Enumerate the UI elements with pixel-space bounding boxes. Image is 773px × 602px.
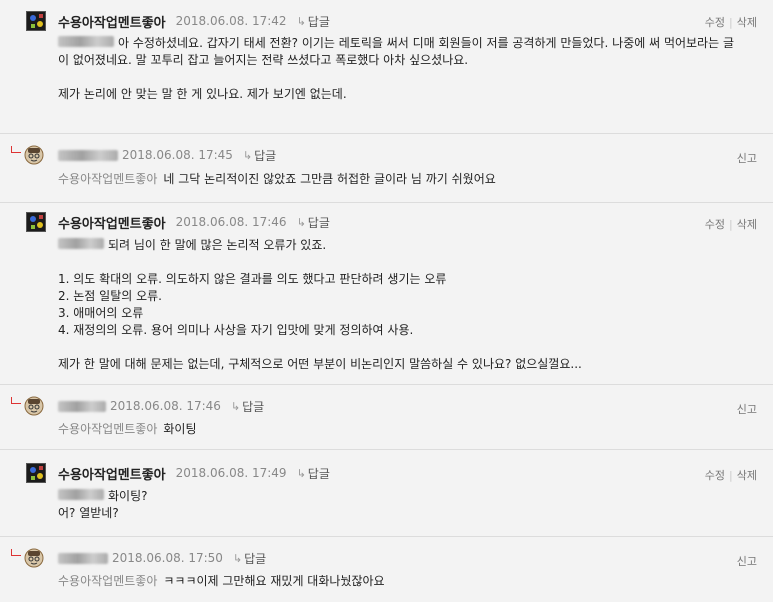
reply-button[interactable]: ↳ 답글 — [233, 550, 266, 567]
reply-comment: 2018.06.08. 17:45 ↳ 답글 신고 수용아작업멘트좋아 네 그닥 논… — [0, 134, 773, 202]
reply-arrow-icon: ↳ — [242, 148, 253, 162]
comment-header: 2018.06.08. 17:45 ↳ 답글 — [24, 145, 276, 165]
reply-indicator-icon — [11, 146, 21, 153]
reply-arrow-icon: ↳ — [296, 466, 306, 480]
edit-button[interactable]: 수정 — [705, 216, 725, 232]
comment-actions: 수정 | 삭제 — [705, 14, 757, 30]
comment-header: 수용아작업멘트좋아 2018.06.08. 17:42 ↳ 답글 — [26, 11, 330, 31]
comment-line: 4. 재정의의 오류. 용어 의미나 사상을 자기 입맛에 맞게 정의하여 사용… — [58, 323, 414, 337]
reply-comment: 2018.06.08. 17:50 ↳ 답글 신고 수용아작업멘트좋아 ㅋㅋㅋ이제 … — [0, 537, 773, 602]
reply-button[interactable]: ↳ 답글 — [297, 465, 330, 482]
comment-body: 수용아작업멘트좋아 네 그닥 논리적이진 않았죠 그만큼 허접한 글이라 님 까기… — [58, 171, 759, 188]
reply-arrow-icon: ↳ — [296, 14, 306, 28]
avatar[interactable] — [26, 212, 46, 232]
blurred-username — [58, 36, 114, 47]
comment-body: 아 수정하셨네요. 갑자기 태세 전환? 이기는 레토릭을 써서 디매 회원들이… — [58, 35, 759, 103]
comment-header: 수용아작업멘트좋아 2018.06.08. 17:49 ↳ 답글 — [26, 463, 330, 483]
comment-text: 화이팅 — [163, 422, 197, 436]
comment-line: 1. 의도 확대의 오류. 의도하지 않은 결과를 의도 했다고 판단하려 생기… — [58, 272, 447, 286]
avatar[interactable] — [26, 463, 46, 483]
comment-header: 수용아작업멘트좋아 2018.06.08. 17:46 ↳ 답글 — [26, 212, 330, 232]
reply-indicator-icon — [11, 397, 21, 404]
reply-arrow-icon: ↳ — [230, 399, 241, 413]
avatar[interactable] — [26, 11, 46, 31]
reply-label: 답글 — [307, 466, 330, 481]
comment: 수용아작업멘트좋아 2018.06.08. 17:49 ↳ 답글 수정 | 삭제 화이… — [0, 450, 773, 536]
report-button[interactable]: 신고 — [737, 401, 757, 417]
blurred-username — [58, 400, 106, 412]
comment: 수용아작업멘트좋아 2018.06.08. 17:42 ↳ 답글 수정 | 삭제 아 … — [0, 0, 773, 128]
reply-indicator-icon — [11, 549, 21, 556]
comment-header: 2018.06.08. 17:50 ↳ 답글 — [24, 548, 266, 568]
edit-button[interactable]: 수정 — [705, 467, 725, 483]
reply-comment: 2018.06.08. 17:46 ↳ 답글 신고 수용아작업멘트좋아 화이팅 — [0, 385, 773, 449]
comment-date: 2018.06.08. 17:49 — [175, 466, 287, 480]
reply-label: 답글 — [307, 14, 330, 29]
comment-header: 2018.06.08. 17:46 ↳ 답글 — [24, 396, 264, 416]
mention[interactable]: 수용아작업멘트좋아 — [58, 172, 157, 186]
comment-date: 2018.06.08. 17:50 — [112, 551, 223, 565]
comment-actions: 신고 — [737, 150, 757, 166]
comment-date: 2018.06.08. 17:45 — [122, 148, 233, 162]
comment-line: 되려 님이 한 말에 많은 논리적 오류가 있죠. — [108, 238, 327, 252]
comment-line: 2. 논점 일탈의 오류. — [58, 289, 162, 303]
comment-line: 화이팅? — [108, 489, 148, 503]
report-button[interactable]: 신고 — [737, 553, 757, 569]
reply-button[interactable]: ↳ 답글 — [231, 398, 264, 415]
comment-body: 되려 님이 한 말에 많은 논리적 오류가 있죠. 1. 의도 확대의 오류. … — [58, 237, 759, 373]
delete-button[interactable]: 삭제 — [737, 467, 757, 483]
author-name[interactable]: 수용아작업멘트좋아 — [58, 213, 166, 232]
avatar[interactable] — [24, 548, 44, 568]
reply-label: 답글 — [307, 215, 330, 230]
comment-date: 2018.06.08. 17:46 — [175, 215, 287, 229]
reply-arrow-icon: ↳ — [296, 215, 306, 229]
reply-button[interactable]: ↳ 답글 — [297, 214, 330, 231]
reply-button[interactable]: ↳ 답글 — [297, 13, 330, 30]
blurred-username — [58, 238, 104, 249]
avatar[interactable] — [24, 145, 44, 165]
blurred-username — [58, 489, 104, 500]
reply-label: 답글 — [244, 551, 267, 566]
comment-body: 수용아작업멘트좋아 ㅋㅋㅋ이제 그만해요 재밌게 대화나눴잖아요 — [58, 573, 759, 590]
comment-line: 3. 애매어의 오류 — [58, 306, 144, 320]
action-separator: | — [729, 468, 733, 482]
comment-actions: 신고 — [737, 401, 757, 417]
comment-actions: 수정 | 삭제 — [705, 467, 757, 483]
comment: 수용아작업멘트좋아 2018.06.08. 17:46 ↳ 답글 수정 | 삭제 되려… — [0, 203, 773, 383]
delete-button[interactable]: 삭제 — [737, 14, 757, 30]
comment-date: 2018.06.08. 17:46 — [110, 399, 221, 413]
comment-line: 어? 열받네? — [58, 506, 119, 520]
report-button[interactable]: 신고 — [737, 150, 757, 166]
reply-label: 답글 — [254, 148, 277, 163]
edit-button[interactable]: 수정 — [705, 14, 725, 30]
action-separator: | — [729, 217, 733, 231]
reply-button[interactable]: ↳ 답글 — [243, 147, 276, 164]
blurred-username — [58, 552, 108, 564]
comment-date: 2018.06.08. 17:42 — [175, 14, 287, 28]
comment-body: 수용아작업멘트좋아 화이팅 — [58, 421, 759, 438]
author-name[interactable]: 수용아작업멘트좋아 — [58, 464, 166, 483]
delete-button[interactable]: 삭제 — [737, 216, 757, 232]
action-separator: | — [729, 15, 733, 29]
comment-actions: 신고 — [737, 553, 757, 569]
mention[interactable]: 수용아작업멘트좋아 — [58, 422, 157, 436]
reply-label: 답글 — [242, 399, 265, 414]
comment-line: 제가 논리에 안 맞는 말 한 게 있나요. 제가 보기엔 없는데. — [58, 87, 347, 101]
comment-actions: 수정 | 삭제 — [705, 216, 757, 232]
reply-arrow-icon: ↳ — [232, 551, 243, 565]
comment-text: ㅋㅋㅋ이제 그만해요 재밌게 대화나눴잖아요 — [163, 574, 385, 588]
avatar[interactable] — [24, 396, 44, 416]
comment-text: 네 그닥 논리적이진 않았죠 그만큼 허접한 글이라 님 까기 쉬웠어요 — [163, 172, 496, 186]
comment-line: 이 없어졌네요. 말 꼬투리 잡고 늘어지는 전략 쓰셨다고 폭로했다 아차 싶… — [58, 53, 469, 67]
blurred-username — [58, 149, 118, 161]
mention[interactable]: 수용아작업멘트좋아 — [58, 574, 157, 588]
comment-line: 아 수정하셨네요. 갑자기 태세 전환? 이기는 레토릭을 써서 디매 회원들이… — [118, 36, 734, 50]
author-name[interactable]: 수용아작업멘트좋아 — [58, 12, 166, 31]
comment-body: 화이팅? 어? 열받네? — [58, 488, 759, 522]
comment-line: 제가 한 말에 대해 문제는 없는데, 구체적으로 어떤 부분이 비논리인지 말… — [58, 357, 582, 371]
